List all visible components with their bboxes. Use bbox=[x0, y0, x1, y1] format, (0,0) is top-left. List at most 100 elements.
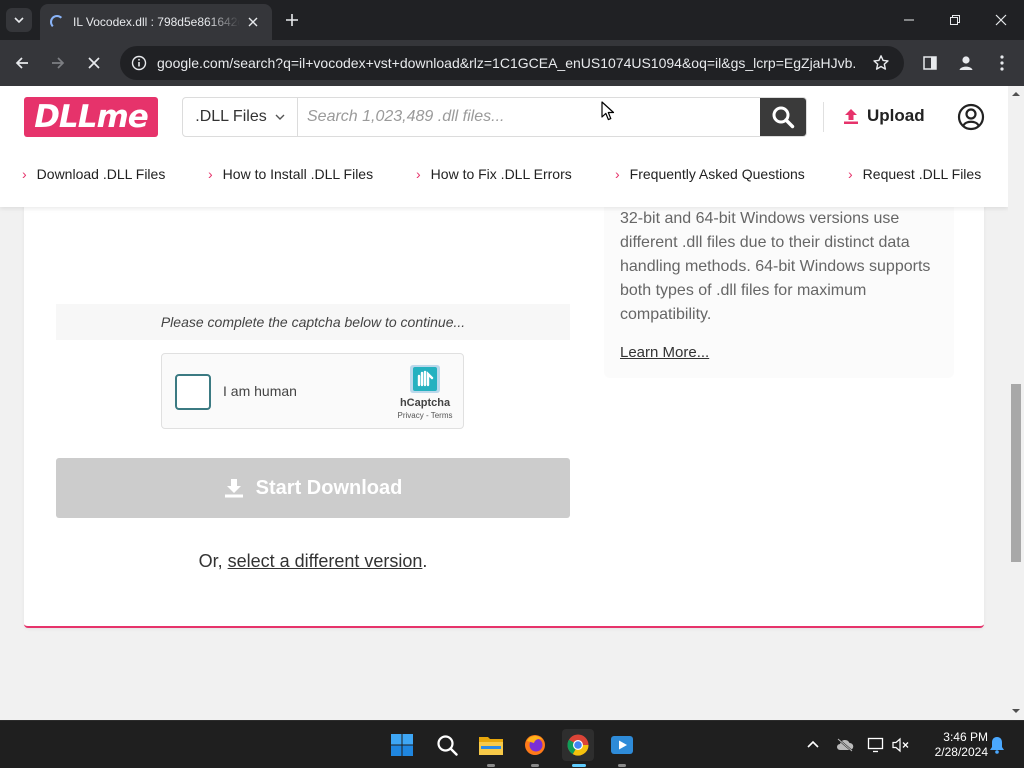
firefox-icon bbox=[525, 735, 545, 755]
captcha-label: I am human bbox=[223, 383, 297, 399]
chevron-right-icon: › bbox=[22, 166, 27, 182]
arrow-left-icon bbox=[15, 57, 28, 69]
download-icon bbox=[224, 479, 243, 498]
site-info-icon[interactable] bbox=[130, 54, 148, 72]
search-icon bbox=[772, 106, 795, 129]
chevron-right-icon: › bbox=[416, 166, 421, 182]
mouse-cursor-icon bbox=[601, 101, 615, 121]
nav-request-dll[interactable]: › Request .DLL Files bbox=[848, 166, 981, 182]
chrome-icon bbox=[567, 734, 589, 756]
close-icon bbox=[88, 57, 100, 69]
dll-search-input[interactable] bbox=[298, 98, 760, 136]
select-different-version-link[interactable]: select a different version bbox=[228, 551, 423, 571]
minimize-icon bbox=[904, 19, 914, 21]
chevron-up-icon bbox=[807, 740, 819, 748]
nav-fix-dll-errors[interactable]: › How to Fix .DLL Errors bbox=[416, 166, 572, 182]
restore-button[interactable] bbox=[932, 0, 978, 40]
clock-time: 3:46 PM bbox=[943, 730, 988, 744]
hcaptcha-links[interactable]: Privacy - Terms bbox=[388, 411, 462, 420]
search-scope-value: .DLL Files bbox=[195, 108, 267, 125]
volume-tray-button[interactable] bbox=[891, 735, 911, 755]
nav-faq[interactable]: › Frequently Asked Questions bbox=[615, 166, 805, 182]
chrome-button[interactable] bbox=[562, 729, 594, 767]
learn-more-link[interactable]: Learn More... bbox=[620, 344, 709, 361]
back-button[interactable] bbox=[8, 49, 36, 77]
file-explorer-icon bbox=[479, 737, 503, 755]
stop-loading-button[interactable] bbox=[80, 49, 108, 77]
show-hidden-icons-button[interactable] bbox=[803, 735, 823, 755]
running-indicator bbox=[531, 764, 539, 767]
more-vertical-icon bbox=[1000, 55, 1004, 71]
start-download-button[interactable]: Start Download bbox=[56, 458, 570, 518]
chevron-down-icon bbox=[275, 114, 285, 120]
chevron-right-icon: › bbox=[848, 166, 853, 182]
volume-muted-icon bbox=[892, 737, 909, 753]
browser-toolbar: google.com/search?q=il+vocodex+vst+downl… bbox=[0, 40, 1024, 86]
start-download-label: Start Download bbox=[255, 476, 403, 499]
windows-start-icon bbox=[391, 734, 413, 756]
chevron-down-icon bbox=[14, 17, 24, 24]
running-indicator bbox=[572, 764, 586, 767]
cloud-offline-icon bbox=[837, 738, 854, 752]
nav-download-dll[interactable]: › Download .DLL Files bbox=[22, 166, 165, 182]
tab-close-button[interactable] bbox=[244, 13, 262, 31]
header-divider bbox=[823, 102, 824, 132]
firefox-button[interactable] bbox=[519, 729, 551, 767]
profile-button[interactable] bbox=[952, 49, 980, 77]
profile-icon bbox=[959, 56, 973, 70]
chevron-right-icon: › bbox=[615, 166, 620, 182]
bookmark-star-icon[interactable] bbox=[872, 54, 890, 72]
nav-label: Download .DLL Files bbox=[36, 166, 166, 182]
notifications-button[interactable] bbox=[987, 735, 1007, 755]
alt-prefix: Or, bbox=[198, 551, 228, 571]
captcha-checkbox[interactable] bbox=[175, 374, 211, 410]
search-submit-button[interactable] bbox=[760, 98, 806, 136]
page-scrollbar[interactable] bbox=[1008, 86, 1024, 720]
taskbar-search-button[interactable] bbox=[431, 729, 463, 761]
address-bar[interactable]: google.com/search?q=il+vocodex+vst+downl… bbox=[120, 46, 904, 80]
architecture-info-text: 32-bit and 64-bit Windows versions use d… bbox=[620, 210, 931, 323]
media-player-button[interactable] bbox=[606, 729, 638, 767]
forward-button[interactable] bbox=[44, 49, 72, 77]
file-explorer-button[interactable] bbox=[475, 729, 507, 767]
search-icon bbox=[437, 735, 458, 756]
taskbar-clock[interactable]: 3:46 PM 2/28/2024 bbox=[920, 730, 988, 760]
new-tab-button[interactable] bbox=[280, 8, 304, 32]
logo-text: DLLme bbox=[34, 99, 149, 135]
arrow-right-icon bbox=[52, 57, 65, 69]
page-viewport: Please complete the captcha below to con… bbox=[0, 86, 1008, 720]
browser-tab-active[interactable]: IL Vocodex.dll : 798d5e861642c bbox=[40, 4, 272, 40]
onedrive-tray-button[interactable] bbox=[835, 735, 855, 755]
url-text: google.com/search?q=il+vocodex+vst+downl… bbox=[157, 55, 857, 71]
nav-label: Frequently Asked Questions bbox=[629, 166, 805, 182]
loading-spinner-icon bbox=[50, 15, 64, 29]
close-window-button[interactable] bbox=[978, 0, 1024, 40]
chevron-right-icon: › bbox=[208, 166, 213, 182]
close-icon bbox=[995, 14, 1007, 26]
scrollbar-thumb[interactable] bbox=[1011, 384, 1021, 562]
nav-label: How to Fix .DLL Errors bbox=[430, 166, 572, 182]
start-button[interactable] bbox=[386, 729, 418, 761]
plus-icon bbox=[286, 14, 298, 26]
upload-button[interactable]: Upload bbox=[843, 104, 925, 128]
side-panel-icon bbox=[923, 56, 937, 70]
scroll-up-arrow-icon[interactable] bbox=[1012, 90, 1020, 98]
running-indicator bbox=[618, 764, 626, 767]
alternate-version-line: Or, select a different version. bbox=[56, 551, 570, 572]
bell-icon bbox=[990, 737, 1004, 754]
hcaptcha-logo-icon bbox=[410, 365, 440, 393]
running-indicator bbox=[487, 764, 495, 767]
search-scope-select[interactable]: .DLL Files bbox=[183, 98, 298, 136]
nav-install-dll[interactable]: › How to Install .DLL Files bbox=[208, 166, 373, 182]
side-panel-button[interactable] bbox=[916, 49, 944, 77]
tab-search-button[interactable] bbox=[6, 8, 32, 32]
dllme-logo[interactable]: DLLme bbox=[24, 97, 158, 137]
hcaptcha-widget: I am human hCaptcha Privacy - Terms bbox=[161, 353, 464, 429]
site-header: DLLme .DLL Files Upload › Download . bbox=[0, 86, 1008, 207]
user-account-icon[interactable] bbox=[957, 103, 985, 131]
scroll-down-arrow-icon[interactable] bbox=[1012, 707, 1020, 715]
minimize-button[interactable] bbox=[886, 0, 932, 40]
network-tray-button[interactable] bbox=[866, 735, 886, 755]
chrome-menu-button[interactable] bbox=[988, 49, 1016, 77]
tab-title: IL Vocodex.dll : 798d5e861642c bbox=[73, 15, 240, 29]
